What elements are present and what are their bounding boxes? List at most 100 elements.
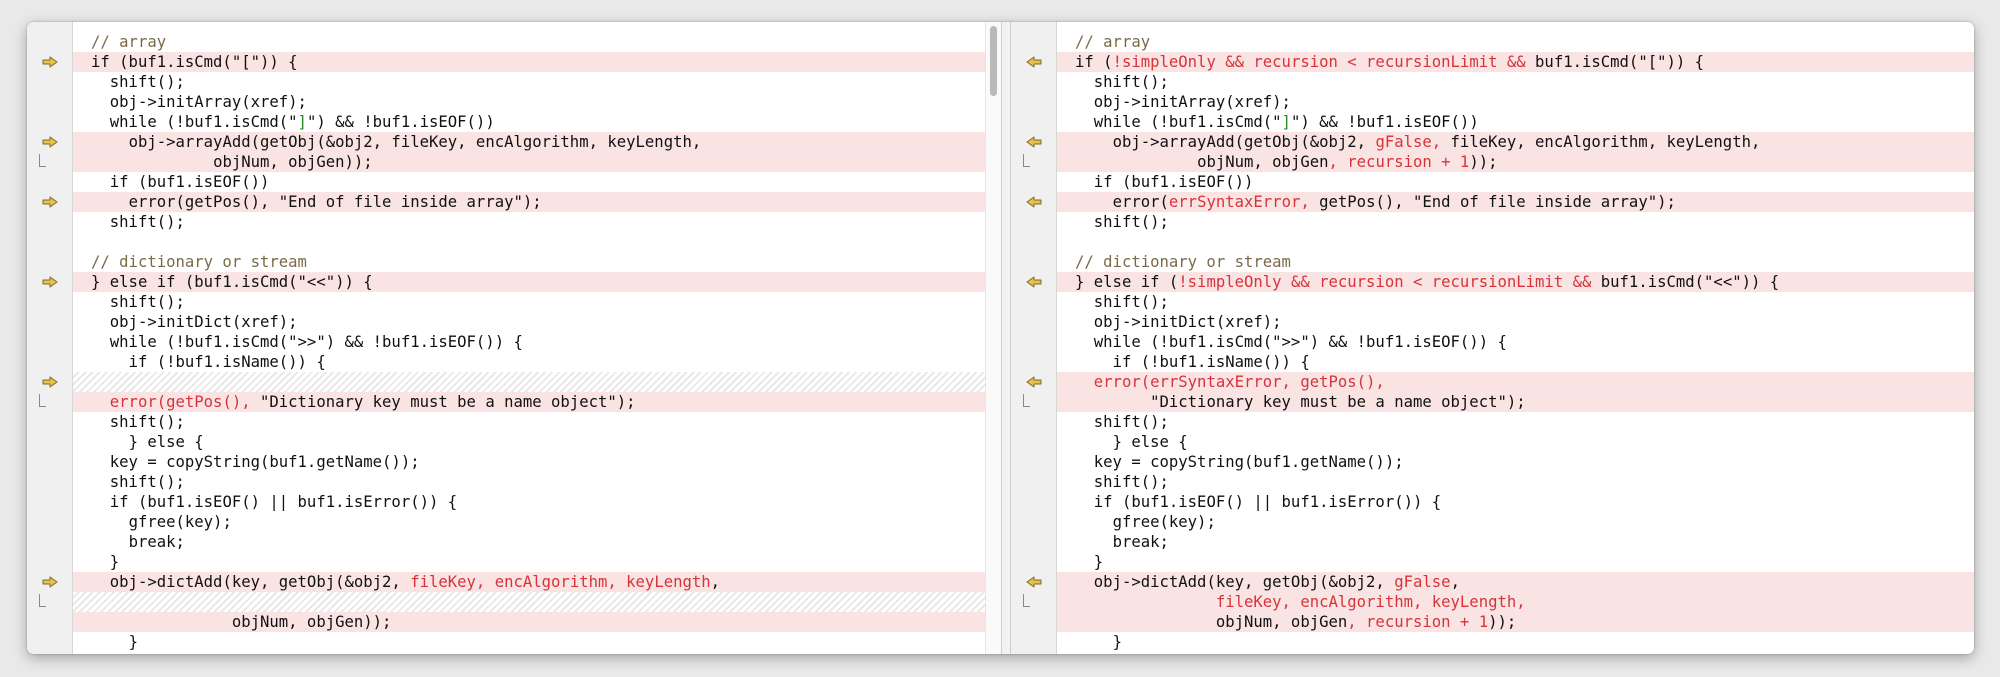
code-line[interactable]: obj->initArray(xref); [73,92,985,112]
code-line[interactable]: shift(); [73,412,985,432]
changed-code-line[interactable]: error(getPos(), "Dictionary key must be … [39,392,985,412]
code-token: )); [1488,613,1517,631]
code-line[interactable]: while (!buf1.isCmd("]") && !buf1.isEOF()… [1057,112,1974,132]
code-line[interactable]: shift(); [1057,72,1974,92]
code-line[interactable]: shift(); [1057,472,1974,492]
code-line[interactable]: obj->initArray(xref); [1057,92,1974,112]
code-line[interactable] [1057,232,1974,252]
changed-code-line[interactable]: objNum, objGen, recursion + 1)); [1057,612,1974,632]
code-line[interactable]: key = copyString(buf1.getName()); [1057,452,1974,472]
code-line[interactable]: gfree(key); [73,512,985,532]
changed-code-line[interactable]: objNum, objGen)); [73,612,985,632]
changed-code-line[interactable]: if (!simpleOnly && recursion < recursion… [1026,52,1974,72]
changed-code-line[interactable]: fileKey, encAlgorithm, keyLength, [1023,592,1974,612]
code-line[interactable]: } [73,632,985,652]
changed-token: !simpleOnly && recursion < recursionLimi… [1178,273,1601,291]
arrow-left-icon[interactable] [1011,194,1057,210]
code-text: } else { [1057,432,1974,452]
right-code-view[interactable]: // array if (!simpleOnly && recursion < r… [1023,32,1974,652]
changed-code-line[interactable]: obj->arrayAdd(getObj(&obj2, gFalse, file… [1026,132,1974,152]
changed-code-line[interactable]: error(errSyntaxError, getPos(), [1026,372,1974,392]
code-line[interactable]: } [1057,552,1974,572]
changed-token: gFalse, [1375,133,1451,151]
arrow-left-icon[interactable] [1011,134,1057,150]
changed-code-line[interactable]: obj->arrayAdd(getObj(&obj2, fileKey, enc… [42,132,985,152]
left-code-view[interactable]: // array if (buf1.isCmd("[")) { shift(); … [39,32,985,652]
code-line[interactable]: // array [1057,32,1974,52]
code-line[interactable]: while (!buf1.isCmd("]") && !buf1.isEOF()… [73,112,985,132]
code-line[interactable]: gfree(key); [1057,512,1974,532]
code-text: } else if (!simpleOnly && recursion < re… [1057,272,1974,292]
arrow-right-icon[interactable] [27,54,73,70]
code-token: key = copyString(buf1.getName()); [1093,453,1404,471]
code-line[interactable]: while (!buf1.isCmd(">>") && !buf1.isEOF(… [1057,332,1974,352]
changed-code-line[interactable]: } else if (!simpleOnly && recursion < re… [1026,272,1974,292]
code-line[interactable]: // array [73,32,985,52]
code-line[interactable]: // dictionary or stream [1057,252,1974,272]
changed-code-line[interactable]: "Dictionary key must be a name object"); [1023,392,1974,412]
arrow-left-icon[interactable] [1011,274,1057,290]
changed-code-line[interactable]: objNum, objGen, recursion + 1)); [1023,152,1974,172]
arrow-right-icon[interactable] [27,194,73,210]
code-token: error( [1112,193,1169,211]
code-line[interactable]: shift(); [73,212,985,232]
changed-code-line[interactable]: objNum, objGen)); [39,152,985,172]
code-line[interactable]: } [73,552,985,572]
code-line[interactable]: if (buf1.isEOF()) [1057,172,1974,192]
code-line[interactable]: if (buf1.isEOF() || buf1.isError()) { [1057,492,1974,512]
code-line[interactable]: // dictionary or stream [73,252,985,272]
diff-filler-line[interactable] [39,592,985,612]
code-text: while (!buf1.isCmd(">>") && !buf1.isEOF(… [1057,332,1974,352]
changed-code-line[interactable]: obj->dictAdd(key, getObj(&obj2, fileKey,… [42,572,985,592]
code-line[interactable]: key = copyString(buf1.getName()); [73,452,985,472]
arrow-left-icon[interactable] [1011,374,1057,390]
diff-filler-line[interactable] [42,372,985,392]
code-token: while (!buf1.isCmd(" [1093,113,1282,131]
code-line[interactable]: } else { [73,432,985,452]
changed-code-line[interactable]: error(getPos(), "End of file inside arra… [42,192,985,212]
code-text: // dictionary or stream [73,252,985,272]
code-line[interactable] [73,232,985,252]
code-line[interactable]: } else { [1057,432,1974,452]
code-line[interactable]: obj->initDict(xref); [73,312,985,332]
pane-splitter[interactable] [1001,22,1011,654]
code-line[interactable]: if (!buf1.isName()) { [73,352,985,372]
code-text: if (!buf1.isName()) { [73,352,985,372]
code-line[interactable]: } [1057,632,1974,652]
code-line[interactable]: obj->initDict(xref); [1057,312,1974,332]
code-line[interactable]: shift(); [73,292,985,312]
code-token: obj->dictAdd(key, getObj(&obj2, [109,573,411,591]
arrow-left-icon[interactable] [1011,574,1057,590]
code-line[interactable]: shift(); [1057,292,1974,312]
code-text: if (buf1.isEOF()) [1057,172,1974,192]
code-token: } [1112,633,1122,651]
code-token: while (!buf1.isCmd(" [109,113,298,131]
code-token: shift(); [109,293,185,311]
code-text: objNum, objGen, recursion + 1)); [1057,612,1974,632]
left-scrollbar-thumb[interactable] [990,26,997,96]
code-line[interactable]: while (!buf1.isCmd(">>") && !buf1.isEOF(… [73,332,985,352]
code-line[interactable]: break; [1057,532,1974,552]
code-line[interactable]: break; [73,532,985,552]
code-line[interactable]: shift(); [73,72,985,92]
code-line[interactable]: shift(); [73,472,985,492]
arrow-right-icon[interactable] [27,574,73,590]
changed-code-line[interactable]: if (buf1.isCmd("[")) { [42,52,985,72]
changed-code-line[interactable]: } else if (buf1.isCmd("<<")) { [42,272,985,292]
code-line[interactable]: if (buf1.isEOF() || buf1.isError()) { [73,492,985,512]
code-token: if (!buf1.isName()) { [1112,353,1310,371]
code-line[interactable]: if (!buf1.isName()) { [1057,352,1974,372]
code-text: if (buf1.isEOF() || buf1.isError()) { [1057,492,1974,512]
changed-code-line[interactable]: error(errSyntaxError, getPos(), "End of … [1026,192,1974,212]
changed-code-line[interactable]: obj->dictAdd(key, getObj(&obj2, gFalse, [1026,572,1974,592]
left-scrollbar[interactable] [985,22,1001,654]
arrow-left-icon[interactable] [1011,54,1057,70]
arrow-right-icon[interactable] [27,274,73,290]
code-line[interactable]: shift(); [1057,412,1974,432]
bracket-continuation-icon [39,154,46,167]
arrow-right-icon[interactable] [27,374,73,390]
code-line[interactable]: if (buf1.isEOF()) [73,172,985,192]
code-line[interactable]: shift(); [1057,212,1974,232]
code-token: while (!buf1.isCmd(">>") && !buf1.isEOF(… [109,333,523,351]
arrow-right-icon[interactable] [27,134,73,150]
